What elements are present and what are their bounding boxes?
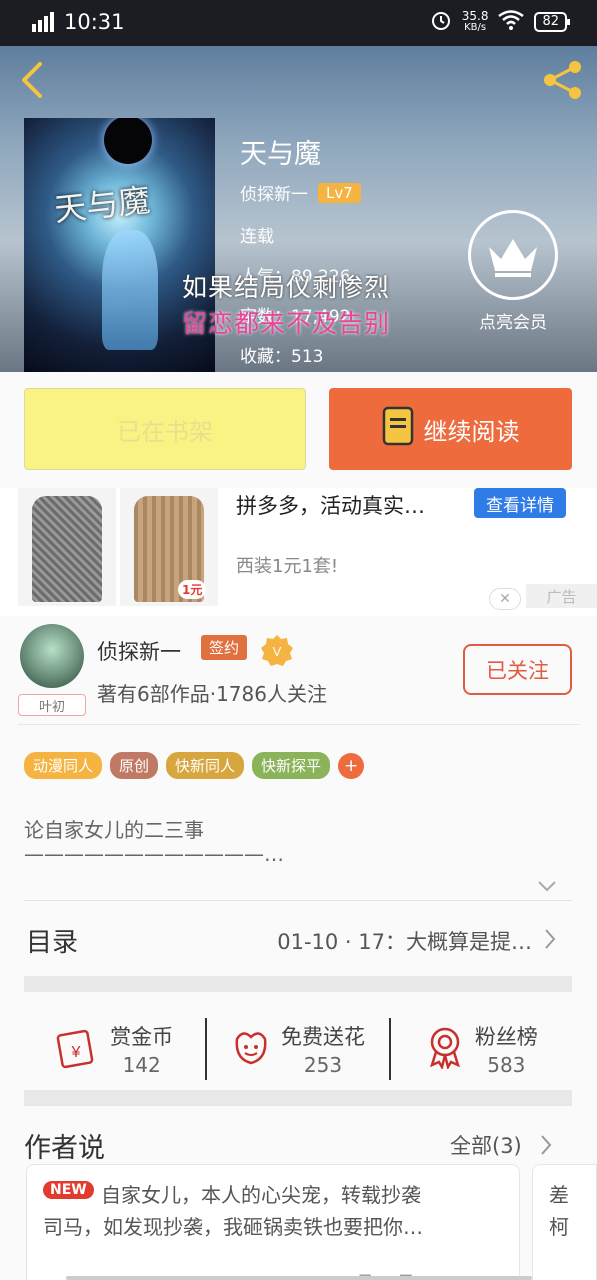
gift-value: 142 bbox=[122, 1053, 161, 1077]
note-line-2: 柯 bbox=[549, 1215, 569, 1239]
level-badge: Lv7 bbox=[318, 182, 361, 203]
vip-button[interactable]: 点亮会员 bbox=[468, 210, 558, 333]
reward-coin-button[interactable]: ¥ 赏金币 142 bbox=[24, 1021, 205, 1077]
book-title: 天与魔 bbox=[240, 139, 321, 170]
author-info: 著有6部作品·1786人关注 bbox=[97, 682, 327, 706]
signal-icon bbox=[32, 12, 56, 36]
book-author[interactable]: 侦探新一 Lv7 bbox=[240, 180, 361, 205]
clock: 10:31 bbox=[64, 10, 125, 34]
share-icon[interactable] bbox=[541, 58, 585, 106]
action-row: 已在书架 继续阅读 bbox=[0, 372, 597, 488]
back-icon[interactable] bbox=[16, 60, 46, 104]
price-badge: 1元 bbox=[178, 580, 207, 599]
gift-row: ¥ 赏金币 142 免费送花 253 粉丝榜 583 bbox=[24, 992, 572, 1106]
gift-label: 粉丝榜 bbox=[474, 1025, 538, 1049]
ad-title: 拼多多，活动真实… bbox=[236, 494, 425, 518]
ad-image-brown-suit: 1元 bbox=[120, 488, 218, 606]
red-envelope-icon: ¥ bbox=[56, 1025, 100, 1073]
gift-value: 253 bbox=[303, 1053, 343, 1077]
tag-item[interactable]: 快新探平 bbox=[252, 752, 331, 779]
svg-text:V: V bbox=[273, 644, 282, 659]
continue-reading-button[interactable]: 继续阅读 bbox=[329, 388, 572, 470]
toc-label: 目录 bbox=[26, 928, 79, 958]
tag-item[interactable]: 快新同人 bbox=[166, 752, 245, 779]
gift-value: 583 bbox=[487, 1053, 526, 1077]
medal-icon bbox=[425, 1025, 465, 1073]
horizontal-scrollbar[interactable] bbox=[66, 1276, 532, 1280]
vip-label: 点亮会员 bbox=[479, 313, 547, 333]
note-line-1: 自家女儿，本人的心尖宠，转载抄袭 bbox=[101, 1183, 421, 1207]
add-tag-button[interactable]: + bbox=[338, 752, 365, 779]
crown-icon bbox=[468, 210, 558, 300]
avatar-tag: 叶初 bbox=[18, 694, 86, 716]
author-note-card[interactable]: NEW 自家女儿，本人的心尖宠，转载抄袭 司马，如发现抄袭，我砸锅卖铁也要把你…… bbox=[26, 1164, 520, 1280]
svg-text:¥: ¥ bbox=[71, 1044, 81, 1061]
ad-image-grey-suit bbox=[18, 488, 116, 606]
chevron-down-icon[interactable] bbox=[537, 878, 557, 897]
author-avatar[interactable] bbox=[20, 624, 84, 688]
danmu-line-1: 如果结局仪剩惨烈 bbox=[182, 273, 391, 302]
follow-button[interactable]: 已关注 bbox=[463, 644, 572, 695]
ad-banner[interactable]: 1元 拼多多，活动真实… 查看详情 西装1元1套! ✕ 广告 bbox=[0, 488, 597, 616]
cover-figure bbox=[102, 230, 158, 350]
chevron-right-icon bbox=[544, 928, 556, 954]
status-bar: 10:31 35.8 KB/s 82 bbox=[0, 0, 597, 46]
author-says-all-link[interactable]: 全部(3) bbox=[450, 1130, 522, 1160]
favorites-stat: 收藏：513 bbox=[240, 347, 324, 367]
danmu-line-2: 留恋都来不及告别 bbox=[182, 309, 391, 338]
latest-chapter: 01-10 · 17：大概算是提… bbox=[277, 930, 532, 954]
in-shelf-button[interactable]: 已在书架 bbox=[24, 388, 306, 470]
author-note-card[interactable]: 差 柯 bbox=[532, 1164, 597, 1280]
gift-label: 免费送花 bbox=[280, 1025, 365, 1049]
continue-reading-label: 继续阅读 bbox=[423, 417, 520, 446]
table-of-contents-row[interactable]: 目录 01-10 · 17：大概算是提… bbox=[24, 900, 572, 976]
wifi-icon bbox=[498, 10, 525, 33]
book-status: 连载 bbox=[240, 227, 274, 247]
ad-subtitle: 西装1元1套! bbox=[236, 556, 339, 577]
flower-icon bbox=[231, 1025, 271, 1073]
close-icon[interactable]: ✕ bbox=[489, 588, 521, 610]
book-header: 天与魔 天与魔 侦探新一 Lv7 连载 人气：89,226 字数：17,492 … bbox=[0, 46, 597, 372]
author-name: 侦探新一 bbox=[240, 185, 308, 205]
tag-item[interactable]: 原创 bbox=[110, 752, 159, 779]
description-line-2: ————————————… bbox=[24, 842, 284, 866]
ad-details-button[interactable]: 查看详情 bbox=[474, 488, 566, 518]
tag-list: 动漫同人 原创 快新同人 快新探平 + bbox=[24, 752, 365, 779]
alarm-icon bbox=[430, 9, 452, 34]
chevron-right-icon[interactable] bbox=[540, 1134, 552, 1160]
note-line-1: 差 bbox=[549, 1183, 569, 1207]
divider bbox=[18, 724, 580, 725]
send-flower-button[interactable]: 免费送花 253 bbox=[207, 1021, 388, 1077]
author-name[interactable]: 侦探新一 bbox=[97, 636, 181, 666]
author-says-title: 作者说 bbox=[24, 1133, 105, 1164]
note-line-2: 司马，如发现抄袭，我砸锅卖铁也要把你… bbox=[43, 1215, 423, 1239]
battery-indicator: 82 bbox=[534, 11, 570, 32]
verified-icon: V bbox=[260, 634, 294, 672]
cover-moon bbox=[104, 118, 152, 164]
new-badge: NEW bbox=[43, 1181, 94, 1199]
cover-title: 天与魔 bbox=[52, 181, 152, 229]
net-speed: 35.8 KB/s bbox=[461, 8, 489, 33]
description-line-1: 论自家女儿的二三事 bbox=[24, 818, 204, 842]
ad-label: 广告 bbox=[526, 584, 597, 608]
tag-item[interactable]: 动漫同人 bbox=[24, 752, 103, 779]
gift-label: 赏金币 bbox=[110, 1025, 174, 1049]
section-gap bbox=[24, 1090, 572, 1106]
signed-badge: 签约 bbox=[201, 635, 248, 660]
book-icon bbox=[382, 406, 416, 452]
details-section: 叶初 侦探新一 签约 V 著有6部作品·1786人关注 已关注 动漫同人 原创 … bbox=[0, 616, 597, 1280]
fan-rank-button[interactable]: 粉丝榜 583 bbox=[391, 1021, 572, 1077]
section-gap bbox=[24, 976, 572, 992]
